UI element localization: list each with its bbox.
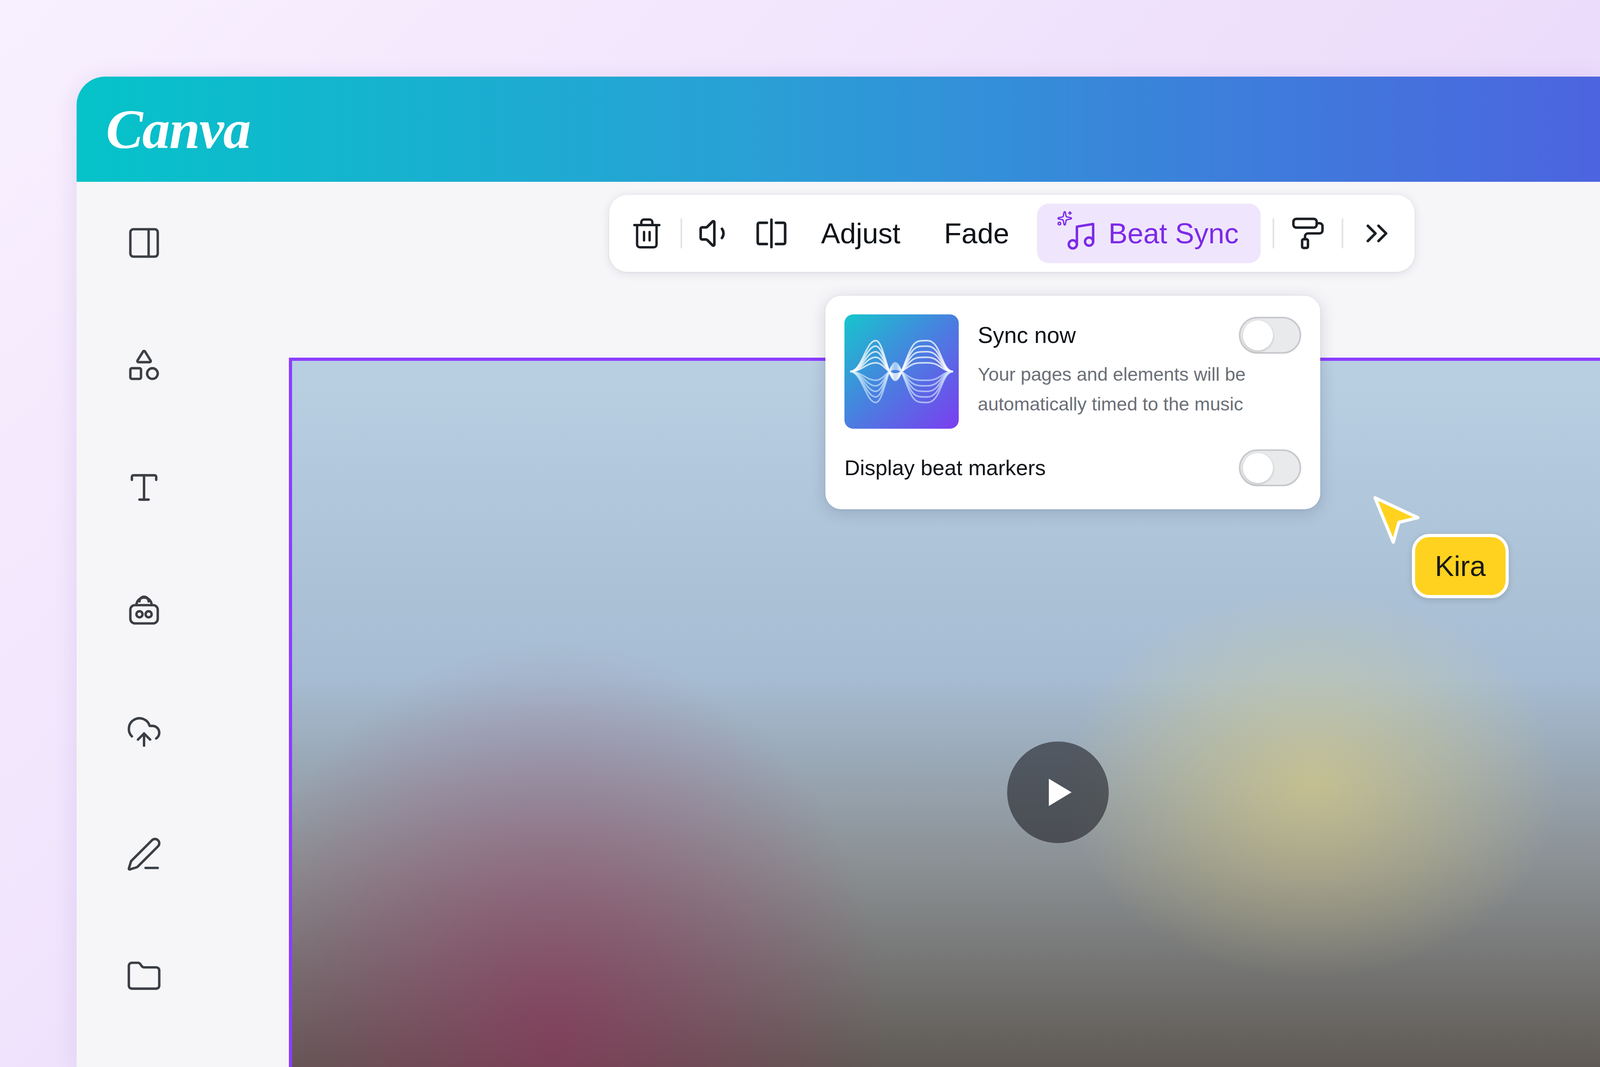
sidebar-item[interactable] <box>120 591 168 628</box>
music-icon <box>1064 219 1098 253</box>
body: Adjust Fade Beat Sync Sync now Your pages an… <box>76 181 1600 1067</box>
chevrons-right-icon <box>1358 215 1396 252</box>
page: Canva Adjust Fade Beat Sync Sync now Your pag… <box>0 0 1600 1067</box>
beat-sync-panel: Sync now Your pages and elements will be … <box>825 295 1321 510</box>
split-button[interactable] <box>749 203 794 264</box>
toolbar-button-label: Beat Sync <box>1108 217 1239 250</box>
sidebar-item[interactable] <box>120 469 168 506</box>
paint-roller-icon <box>1290 215 1326 251</box>
waveform-icon <box>850 331 954 412</box>
toolbar-button[interactable]: Fade <box>928 203 1025 264</box>
sidebar <box>76 181 212 1067</box>
sidebar-item[interactable] <box>120 957 168 995</box>
sidebar-item[interactable] <box>120 224 168 262</box>
sync-text: Sync now Your pages and elements will be … <box>977 314 1302 419</box>
sync-title-row: Sync now <box>977 316 1302 354</box>
sync-toggle[interactable] <box>1238 316 1302 354</box>
editor: Adjust Fade Beat Sync Sync now Your pages an… <box>211 181 1600 1067</box>
beat-sync-thumbnail <box>844 314 959 429</box>
sync-title: Sync now <box>977 320 1076 350</box>
beat-sync-icon <box>1059 214 1098 253</box>
draw-icon <box>125 835 163 873</box>
copy-style-button[interactable] <box>1286 203 1330 264</box>
toggle-knob <box>1242 452 1274 483</box>
sync-row: Sync now Your pages and elements will be … <box>844 314 1302 429</box>
text-icon <box>125 469 163 506</box>
volume-button[interactable] <box>694 203 738 264</box>
more-button[interactable] <box>1355 203 1399 264</box>
markers-row: Display beat markers <box>844 449 1302 487</box>
sidebar-item[interactable] <box>120 835 168 873</box>
header: Canva <box>76 76 1600 182</box>
toolbar-separator <box>680 218 683 249</box>
toolbar-button[interactable]: Adjust <box>805 203 917 264</box>
collaborator-name: Kira <box>1411 533 1509 599</box>
toolbar-separator <box>1272 218 1275 249</box>
toolbar-button-label: Fade <box>944 217 1010 250</box>
markers-label: Display beat markers <box>844 453 1046 482</box>
play-icon <box>1036 770 1080 814</box>
toolbar-button-label: Adjust <box>821 217 901 250</box>
toolbar: Adjust Fade Beat Sync <box>609 194 1415 272</box>
markers-toggle[interactable] <box>1238 449 1302 487</box>
sync-description: Your pages and elements will be automati… <box>977 359 1302 419</box>
design-icon <box>125 224 163 262</box>
upload-icon <box>125 713 163 750</box>
sidebar-item[interactable] <box>120 346 168 384</box>
play-button[interactable] <box>1007 741 1109 843</box>
toolbar-separator <box>1341 218 1344 249</box>
folder-icon <box>125 957 163 995</box>
app-window: Canva Adjust Fade Beat Sync Sync now Your pag… <box>76 76 1600 1067</box>
trash-icon <box>630 216 664 250</box>
sparkle-icon <box>1056 210 1073 227</box>
split-icon <box>753 215 790 252</box>
toggle-knob <box>1242 320 1274 351</box>
elements-icon <box>125 346 163 384</box>
toolbar-button[interactable]: Beat Sync <box>1036 203 1261 264</box>
speaker-icon <box>697 215 735 252</box>
sidebar-item[interactable] <box>120 713 168 750</box>
delete-button[interactable] <box>625 203 669 264</box>
captions-icon <box>125 591 163 628</box>
logo[interactable]: Canva <box>105 98 250 160</box>
